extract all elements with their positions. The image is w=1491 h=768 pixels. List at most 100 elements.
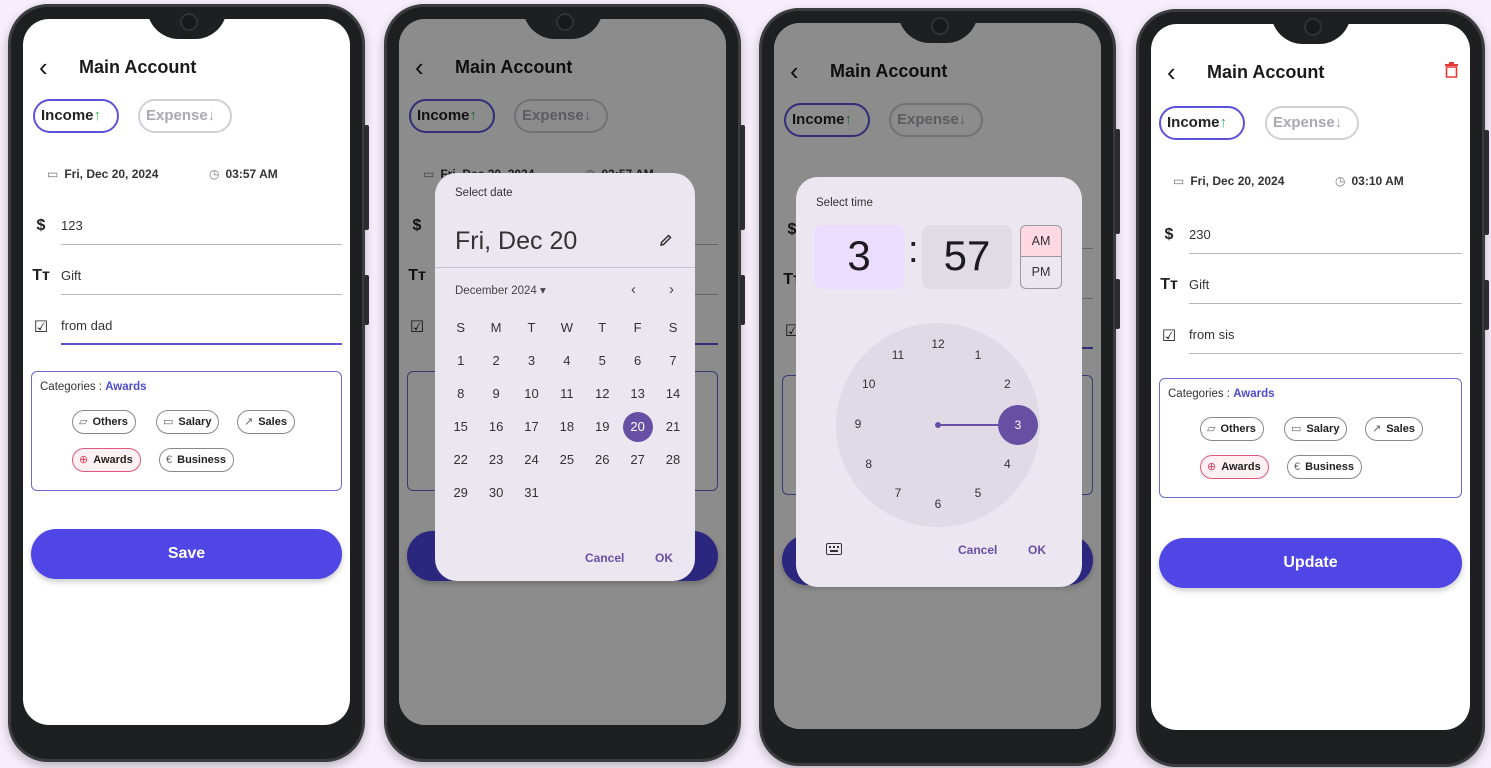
am-option[interactable]: AM [1021,226,1061,257]
chip-awards[interactable]: ⊕ Awards [1200,455,1269,479]
prev-month-icon[interactable]: ‹ [631,281,636,298]
clock-number[interactable]: 9 [848,417,868,433]
cancel-button[interactable]: Cancel [958,543,997,557]
chip-label: Sales [1386,423,1415,435]
month-selector[interactable]: December 2024 ▾ [455,283,546,297]
week-row: 15 16 17 18 19 20 21 [443,410,691,443]
calendar-day[interactable]: 27 [620,452,655,467]
calendar-day[interactable]: 3 [514,353,549,368]
chip-others[interactable]: ▱ Others [1200,417,1264,441]
calendar-day[interactable]: 26 [585,452,620,467]
calendar-day[interactable]: 5 [585,353,620,368]
chip-business[interactable]: € Business [159,448,235,472]
tab-expense[interactable]: Expense↓ [1265,106,1359,140]
pencil-icon[interactable] [659,233,673,247]
clock-number[interactable]: 12 [928,337,948,353]
chip-sales[interactable]: ↗ Sales [1365,417,1423,441]
week-row: 8 9 10 11 12 13 14 [443,377,691,410]
note-field[interactable]: ☑ from dad [31,315,342,345]
next-month-icon[interactable]: › [669,281,674,298]
calendar-day[interactable]: 2 [478,353,513,368]
calendar-day[interactable]: 31 [514,485,549,500]
calendar-day[interactable]: 24 [514,452,549,467]
calendar-day[interactable]: 28 [655,452,690,467]
tab-expense-label: Expense [1273,114,1335,131]
amount-field[interactable]: $ 123 [31,215,342,245]
selected-hour[interactable]: 3 [998,405,1038,445]
update-button[interactable]: Update [1159,538,1462,588]
calendar-day[interactable]: 10 [514,386,549,401]
calendar-day[interactable]: 14 [655,386,690,401]
title-field[interactable]: Tт Gift [31,265,342,295]
calendar-day[interactable]: 18 [549,419,584,434]
minute-box[interactable]: 57 [922,225,1012,289]
chip-sales[interactable]: ↗ Sales [237,410,295,434]
week-row: 22 23 24 25 26 27 28 [443,443,691,476]
clock-number[interactable]: 10 [859,377,879,393]
clock-number[interactable]: 11 [888,348,908,364]
calendar-day[interactable]: 8 [443,386,478,401]
back-icon[interactable]: ‹ [1167,58,1176,86]
amount-field[interactable]: $ 230 [1159,224,1462,254]
clock-number[interactable]: 4 [997,457,1017,473]
calendar-day[interactable]: 25 [549,452,584,467]
ok-button[interactable]: OK [1028,543,1046,557]
clock-number[interactable]: 8 [859,457,879,473]
field-underline [61,343,342,345]
calendar-day[interactable]: 20 [620,411,655,442]
clock-number[interactable]: 5 [968,486,988,502]
tab-expense[interactable]: Expense↓ [138,99,232,133]
date-selector[interactable]: ▭ Fri, Dec 20, 2024 [1173,174,1284,188]
calendar-day[interactable]: 19 [585,419,620,434]
calendar-day[interactable]: 9 [478,386,513,401]
back-icon[interactable]: ‹ [39,53,48,81]
calendar-day[interactable]: 4 [549,353,584,368]
calendar-day[interactable]: 30 [478,485,513,500]
arrow-up-icon: ↑ [1219,114,1228,131]
calendar-day[interactable]: 6 [620,353,655,368]
cancel-button[interactable]: Cancel [585,551,624,565]
chip-label: Others [92,416,128,428]
ok-button[interactable]: OK [655,551,673,565]
clock-number[interactable]: 7 [888,486,908,502]
weekday-row: SMTWTFS [443,311,691,344]
page-title: Main Account [79,57,197,77]
time-selector[interactable]: ◷ 03:10 AM [1335,174,1404,188]
keyboard-icon[interactable] [826,543,842,555]
clock-number[interactable]: 2 [997,377,1017,393]
note-field[interactable]: ☑ from sis [1159,324,1462,354]
chip-salary[interactable]: ▭ Salary [156,410,220,434]
month-label: December 2024 [455,285,537,297]
chip-awards[interactable]: ⊕ Awards [72,448,141,472]
hour-box[interactable]: 3 [814,225,904,289]
calendar-day[interactable]: 29 [443,485,478,500]
calendar-day[interactable]: 7 [655,353,690,368]
save-button[interactable]: Save [31,529,342,579]
calendar-day[interactable]: 17 [514,419,549,434]
tab-income[interactable]: Income↑ [1159,106,1245,140]
clock-dial[interactable]: 3 12 1 2 4 5 6 7 8 9 10 11 [836,323,1040,527]
chip-salary[interactable]: ▭ Salary [1284,417,1348,441]
time-selector[interactable]: ◷ 03:57 AM [209,167,278,181]
calendar-day[interactable]: 12 [585,386,620,401]
chip-business[interactable]: € Business [1287,455,1363,479]
pm-option[interactable]: PM [1021,257,1061,288]
calendar-day[interactable]: 21 [655,419,690,434]
chip-others[interactable]: ▱ Others [72,410,136,434]
calendar-day[interactable]: 11 [549,386,584,401]
calendar-day[interactable]: 16 [478,419,513,434]
calendar-day[interactable]: 23 [478,452,513,467]
date-selector[interactable]: ▭ Fri, Dec 20, 2024 [47,167,158,181]
calendar-day[interactable]: 15 [443,419,478,434]
title-field[interactable]: Tт Gift [1159,274,1462,304]
divider [435,267,695,268]
clock-number[interactable]: 6 [928,497,948,513]
tab-income[interactable]: Income↑ [33,99,119,133]
amount-value: 230 [1189,227,1211,242]
calendar-day[interactable]: 22 [443,452,478,467]
calendar-day[interactable]: 13 [620,386,655,401]
trash-icon[interactable] [1445,62,1458,78]
clock-number[interactable]: 1 [968,348,988,364]
calendar-day[interactable]: 1 [443,353,478,368]
tab-expense-label: Expense [146,107,208,124]
